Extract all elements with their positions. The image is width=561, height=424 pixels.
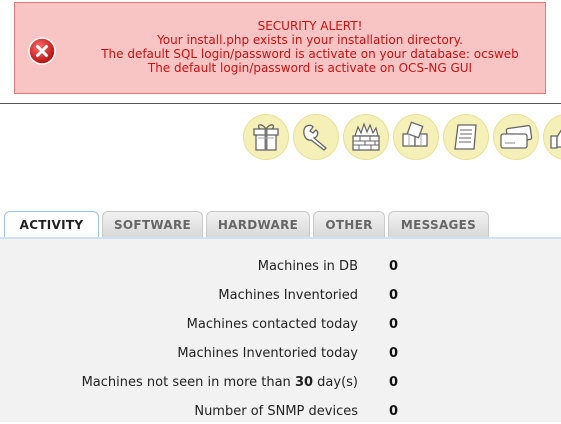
tab-activity[interactable]: ACTIVITY — [4, 211, 99, 238]
close-icon — [28, 37, 56, 65]
stat-value[interactable]: 0 — [389, 317, 398, 332]
stat-row-machines-inventoried-today: Machines Inventoried today 0 — [0, 346, 561, 366]
stat-label: Machines contacted today — [186, 317, 358, 332]
stat-label-after: day(s) — [313, 375, 358, 390]
firewall-icon[interactable] — [343, 114, 389, 160]
stat-value[interactable]: 0 — [389, 375, 398, 390]
alert-line-sql: The default SQL login/password is activa… — [101, 47, 519, 61]
wrench-icon[interactable] — [293, 114, 339, 160]
tab-software[interactable]: SOFTWARE — [102, 211, 203, 237]
tab-messages[interactable]: MESSAGES — [388, 211, 489, 237]
stat-label: Number of SNMP devices — [194, 404, 358, 419]
stat-value[interactable]: 0 — [389, 259, 398, 274]
security-alert: SECURITY ALERT! Your install.php exists … — [14, 2, 546, 94]
stat-row-snmp-devices: Number of SNMP devices 0 — [0, 404, 561, 424]
tab-hardware[interactable]: HARDWARE — [206, 211, 310, 237]
stat-row-machines-inventoried: Machines Inventoried 0 — [0, 288, 561, 308]
alert-line-gui: The default login/password is activate o… — [147, 61, 473, 75]
stat-label: Machines in DB — [257, 259, 358, 274]
stat-label: Machines Inventoried — [218, 288, 358, 303]
header-divider — [0, 103, 561, 104]
stat-value[interactable]: 0 — [389, 288, 398, 303]
cards-icon[interactable] — [493, 114, 539, 160]
scroll-document-icon[interactable] — [443, 114, 489, 160]
stat-value[interactable]: 0 — [389, 404, 398, 419]
stat-label: Machines not seen in more than 30 day(s) — [82, 375, 358, 390]
alert-title: SECURITY ALERT! — [257, 19, 363, 33]
tab-bar: ACTIVITY SOFTWARE HARDWARE OTHER MESSAGE… — [0, 211, 561, 239]
activity-stats: Machines in DB 0 Machines Inventoried 0 … — [0, 239, 561, 422]
stat-label: Machines Inventoried today — [177, 346, 358, 361]
stat-label-before: Machines not seen in more than — [81, 375, 295, 390]
gift-box-icon[interactable] — [243, 114, 289, 160]
stat-row-machines-in-db: Machines in DB 0 — [0, 259, 561, 279]
stat-row-machines-contacted-today: Machines contacted today 0 — [0, 317, 561, 337]
thumbs-up-icon[interactable] — [543, 114, 561, 160]
alert-text: SECURITY ALERT! Your install.php exists … — [75, 19, 545, 75]
alert-line-install: Your install.php exists in your installa… — [157, 33, 463, 47]
days-threshold: 30 — [294, 375, 314, 390]
tab-other[interactable]: OTHER — [313, 211, 385, 237]
cubes-icon[interactable] — [393, 114, 439, 160]
stat-row-machines-not-seen: Machines not seen in more than 30 day(s)… — [0, 375, 561, 395]
stat-value[interactable]: 0 — [389, 346, 398, 361]
